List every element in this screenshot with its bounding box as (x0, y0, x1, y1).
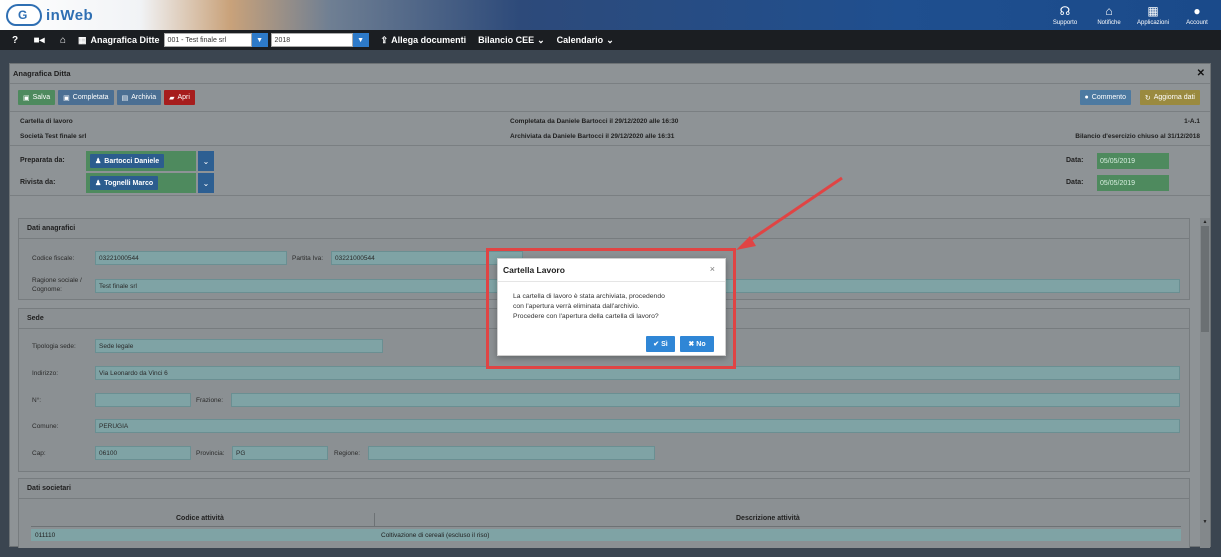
modal-title: Cartella Lavoro (503, 265, 565, 275)
check-icon: ✔ (653, 341, 660, 348)
yes-button[interactable]: ✔ Sì (646, 336, 675, 352)
modal-message: La cartella di lavoro è stata archiviata… (513, 293, 665, 320)
no-button[interactable]: ✖ No (680, 336, 714, 352)
close-icon[interactable]: × (710, 264, 715, 274)
x-icon: ✖ (688, 341, 695, 348)
confirm-modal: Cartella Lavoro × La cartella di lavoro … (497, 258, 726, 356)
modal-divider (498, 281, 725, 282)
